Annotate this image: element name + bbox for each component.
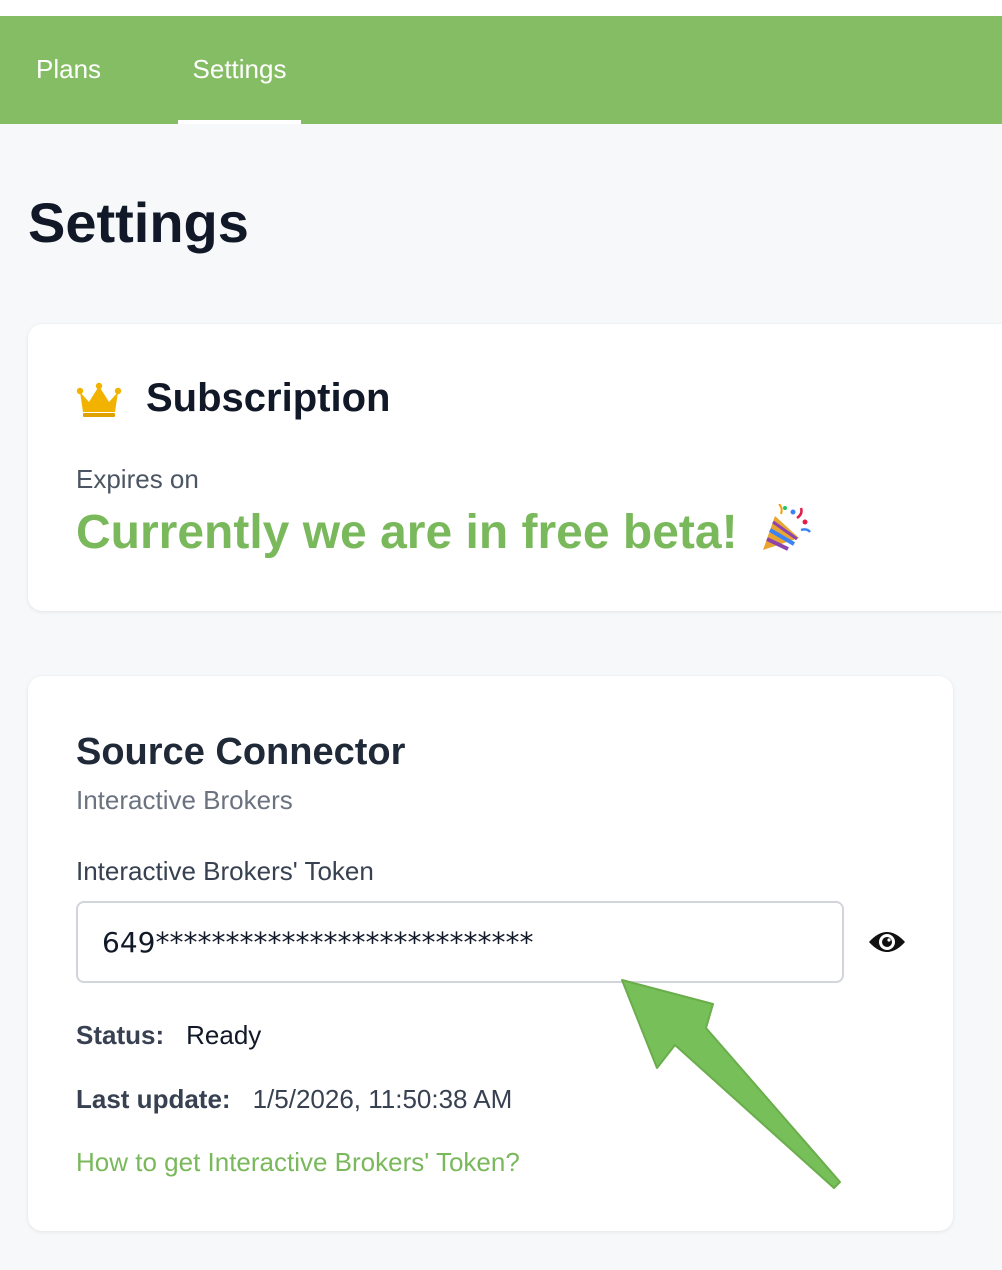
status-value: Ready [186,1020,262,1050]
crown-icon [76,382,122,417]
expires-label: Expires on [76,464,199,494]
token-help-link[interactable]: How to get Interactive Brokers' Token? [76,1147,520,1178]
source-connector-card: Source Connector Interactive Brokers Int… [28,676,953,1231]
nav-tab-plans[interactable]: Plans [36,16,101,124]
last-update-row: Last update: 1/5/2026, 11:50:38 AM [76,1084,512,1115]
connector-title: Source Connector [76,731,406,773]
subscription-card: Subscription Expires on Currently we are… [28,324,1002,611]
beta-status-line: Currently we are in free beta! [76,504,813,560]
eye-icon[interactable] [868,926,906,958]
subscription-title: Subscription [146,376,391,420]
last-update-value: 1/5/2026, 11:50:38 AM [252,1084,513,1114]
last-update-label: Last update: [76,1084,231,1114]
party-popper-icon [762,504,811,551]
connector-subtitle: Interactive Brokers [76,785,293,815]
top-strip [0,0,1002,16]
token-input[interactable] [76,901,844,983]
nav-tab-settings[interactable]: Settings [178,16,301,124]
page-title: Settings [28,191,249,254]
status-row: Status: Ready [76,1020,261,1051]
token-label: Interactive Brokers' Token [76,856,374,886]
status-label: Status: [76,1020,165,1050]
beta-status-text: Currently we are in free beta! [76,506,738,559]
top-navbar: Plans Settings [0,16,1002,124]
